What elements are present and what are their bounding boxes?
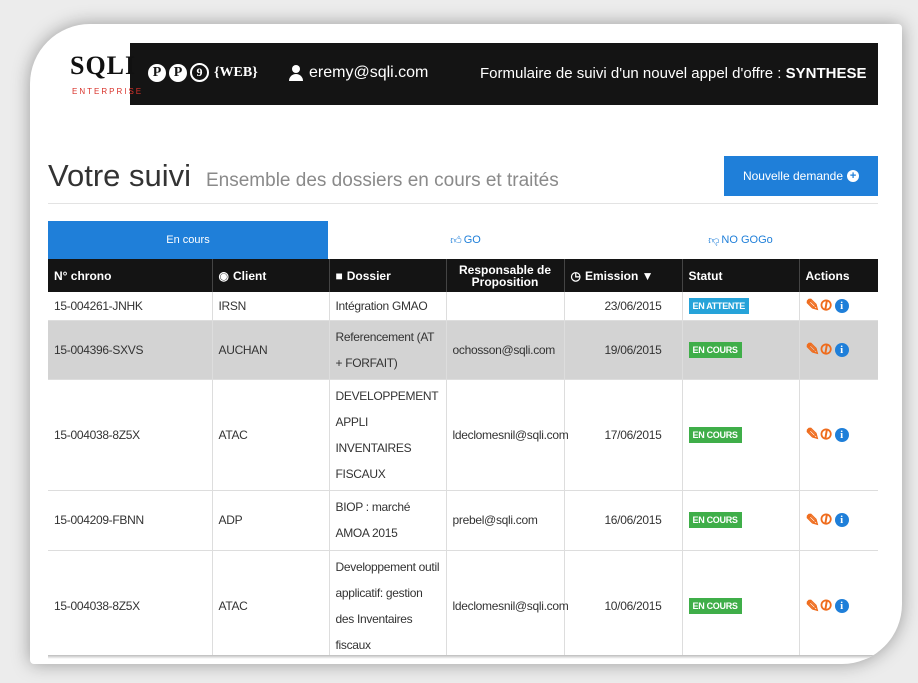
cell-actions: ✎ ⊘ i	[799, 379, 878, 491]
paperclip-icon[interactable]: ⊘	[816, 595, 836, 616]
info-icon[interactable]: i	[834, 513, 849, 527]
cell-chrono: 15-004209-FBNN	[48, 490, 213, 551]
status-badge: EN ATTENTE	[688, 297, 749, 314]
cell-responsable: ldeclomesnil@sqli.com	[446, 550, 569, 659]
info-icon[interactable]: i	[834, 342, 849, 357]
page-title: Votre suivi	[48, 158, 192, 193]
info-icon[interactable]: i	[834, 427, 849, 442]
cell-actions: ✎ ⊘ i	[799, 490, 878, 551]
table-row[interactable]: 15-004396-SXVS AUCHAN Referencement (AT …	[48, 320, 878, 380]
column-header-emission[interactable]: ◷ Emission ▼	[564, 259, 683, 292]
eye-icon: ◉	[218, 268, 229, 283]
cell-responsable: prebel@sqli.com	[446, 490, 565, 551]
paperclip-icon[interactable]: ⊘	[816, 295, 836, 316]
cell-emission: 10/06/2015	[564, 550, 683, 659]
cell-statut: EN ATTENTE	[682, 292, 800, 321]
plus-circle-icon: +	[847, 170, 860, 182]
paperclip-icon[interactable]: ⊘	[816, 338, 836, 359]
screenshot-frame: SQLI ENTERPRISE P P 9 {WEB} eremy@sqli.c…	[30, 24, 902, 664]
tab-no-go-label: NO GOGo	[721, 234, 773, 246]
new-request-button[interactable]: Nouvelle demande +	[724, 156, 878, 196]
app-logo[interactable]: P P 9 {WEB}	[148, 63, 258, 82]
cell-emission: 16/06/2015	[564, 490, 683, 551]
cell-chrono: 15-004038-8Z5X	[48, 550, 213, 659]
paperclip-icon[interactable]: ⊘	[816, 509, 836, 530]
form-title: Formulaire de suivi d'un nouvel appel d'…	[480, 65, 867, 82]
tab-go[interactable]: 👍︎ GO	[328, 221, 603, 259]
cell-actions: ✎ ⊘ i	[799, 292, 878, 321]
column-header-client[interactable]: ◉ Client	[212, 259, 330, 292]
cell-actions: ✎ ⊘ i	[799, 320, 878, 380]
thumbs-down-icon: 👎︎	[708, 234, 720, 247]
status-badge: EN COURS	[688, 512, 742, 528]
status-badge: EN COURS	[688, 426, 742, 443]
user-email: eremy@sqli.com	[309, 64, 429, 81]
cell-dossier: DEVELOPPEMENT APPLI INVENTAIRES FISCAUX	[329, 379, 447, 491]
tab-go-label: GO	[463, 234, 481, 246]
cell-chrono: 15-004396-SXVS	[48, 320, 213, 380]
cell-responsable: ldeclomesnil@sqli.com	[446, 379, 569, 491]
info-icon[interactable]: i	[834, 599, 849, 613]
cell-dossier: Referencement (AT + FORFAIT)	[329, 320, 447, 380]
user-menu[interactable]: eremy@sqli.com	[288, 64, 428, 82]
cell-statut: EN COURS	[682, 550, 800, 659]
tab-en-cours-label: En cours	[166, 234, 210, 246]
cell-responsable: ochosson@sqli.com	[446, 320, 565, 380]
cell-chrono: 15-004038-8Z5X	[48, 379, 213, 491]
cell-responsable	[446, 292, 565, 321]
form-title-prefix: Formulaire de suivi d'un nouvel appel d'…	[480, 65, 782, 82]
info-icon[interactable]: i	[834, 298, 849, 313]
page-subtitle: Ensemble des dossiers en cours et traité…	[206, 170, 559, 191]
cell-dossier: Intégration GMAO	[329, 292, 447, 321]
form-title-bold: SYNTHESE	[785, 65, 867, 82]
top-bar: SQLI ENTERPRISE P P 9 {WEB} eremy@sqli.c…	[48, 43, 878, 105]
cell-statut: EN COURS	[682, 490, 800, 551]
cell-statut: EN COURS	[682, 379, 800, 491]
column-header-chrono[interactable]: N° chrono	[48, 259, 213, 292]
app-logo-p2: P	[169, 63, 187, 82]
app-window: SQLI ENTERPRISE P P 9 {WEB} eremy@sqli.c…	[48, 43, 878, 659]
column-header-actions: Actions	[799, 259, 878, 292]
cell-emission: 23/06/2015	[564, 292, 683, 321]
app-logo-number: 9	[190, 63, 209, 82]
cell-dossier: BIOP : marché AMOA 2015	[329, 490, 447, 551]
tab-en-cours[interactable]: En cours	[48, 221, 328, 259]
column-header-responsable[interactable]: Responsable de Proposition	[446, 259, 565, 292]
cell-dossier: Developpement outil applicatif: gestion …	[329, 550, 447, 659]
briefcase-icon: ■	[335, 268, 343, 283]
cell-emission: 17/06/2015	[564, 379, 683, 491]
cell-chrono: 15-004261-JNHK	[48, 292, 213, 321]
cell-client: AUCHAN	[212, 320, 330, 380]
logo-subtext: ENTERPRISE	[72, 87, 144, 96]
status-badge: EN COURS	[688, 598, 742, 614]
table-header-row: N° chrono ◉ Client ■ Dossier Responsable d…	[48, 259, 878, 292]
column-header-dossier[interactable]: ■ Dossier	[329, 259, 447, 292]
table-row[interactable]: 15-004038-8Z5X ATAC Developpement outil …	[48, 550, 878, 659]
cell-client: ATAC	[212, 550, 330, 659]
thumbs-up-icon: 👍︎	[450, 234, 462, 247]
clock-icon: ◷	[570, 268, 581, 283]
column-header-statut[interactable]: Statut	[682, 259, 800, 292]
cell-client: IRSN	[212, 292, 330, 321]
cell-actions: ✎ ⊘ i	[799, 550, 878, 659]
table-row[interactable]: 15-004261-JNHK IRSN Intégration GMAO 23/…	[48, 292, 878, 321]
app-logo-web: {WEB}	[214, 64, 258, 80]
cell-emission: 19/06/2015	[564, 320, 683, 380]
logo-text: SQLI	[70, 51, 137, 80]
tab-no-go[interactable]: 👎︎ NO GOGo	[603, 221, 878, 259]
cell-client: ADP	[212, 490, 330, 551]
table-row[interactable]: 15-004209-FBNN ADP BIOP : marché AMOA 20…	[48, 490, 878, 551]
user-icon	[288, 64, 304, 82]
paperclip-icon[interactable]: ⊘	[816, 423, 836, 444]
status-badge: EN COURS	[688, 341, 742, 358]
company-logo[interactable]: SQLI ENTERPRISE	[48, 43, 141, 105]
app-logo-p1: P	[148, 63, 166, 82]
divider	[48, 203, 878, 204]
table-row[interactable]: 15-004038-8Z5X ATAC DEVELOPPEMENT APPLI …	[48, 379, 878, 491]
new-request-label: Nouvelle demande	[742, 169, 844, 183]
bottom-edge	[48, 655, 878, 659]
dossiers-table: N° chrono ◉ Client ■ Dossier Responsable d…	[48, 259, 878, 659]
cell-statut: EN COURS	[682, 320, 800, 380]
cell-client: ATAC	[212, 379, 330, 491]
